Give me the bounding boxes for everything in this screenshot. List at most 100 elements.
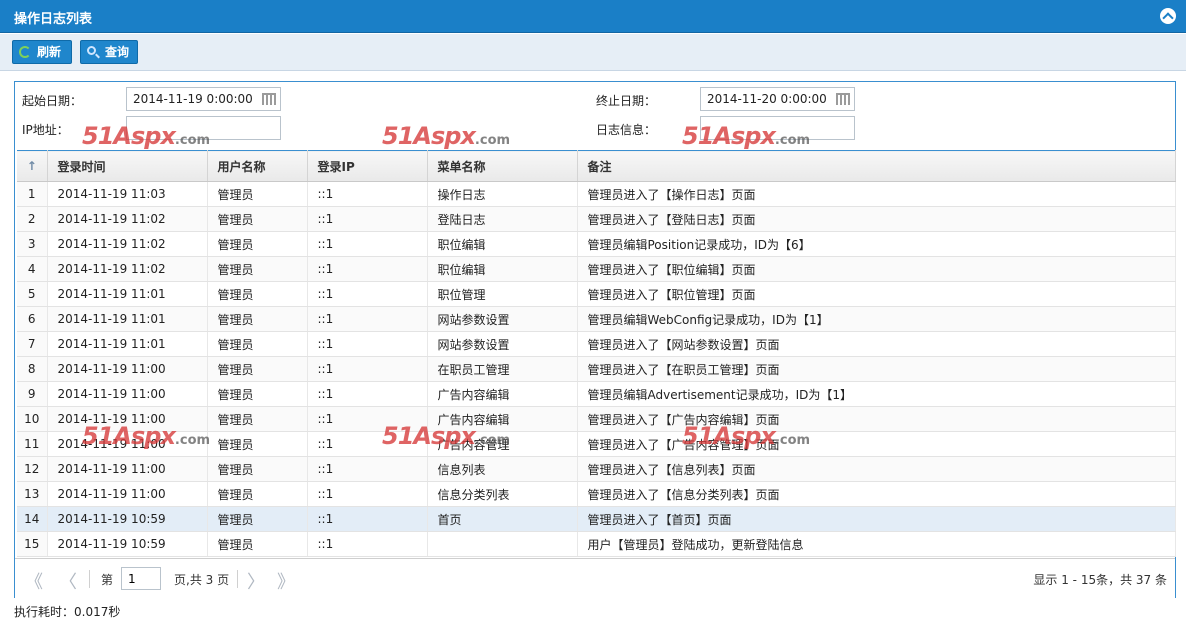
table-row[interactable]: 6 2014-11-19 11:01 管理员::1 网站参数设置 管理员编辑WebCon…: [17, 306, 1176, 332]
table-row[interactable]: 11 2014-11-19 11:00 管理员::1 广告内容管理 管理员进入了【广告内…: [17, 431, 1176, 457]
start-date-label: 起始日期：: [22, 94, 83, 108]
table-cell: ::1: [307, 231, 428, 257]
search-button-label: 查询: [105, 45, 130, 59]
table-row[interactable]: 14 2014-11-19 10:59 管理员::1 首页 管理员进入了【首页】页面: [17, 506, 1176, 532]
row-number-cell: 8: [17, 356, 48, 382]
end-date-input[interactable]: 2014-11-20 0:00:00: [700, 87, 855, 111]
table-cell: 管理员: [207, 381, 308, 407]
table-cell: ::1: [307, 281, 428, 307]
table-cell: 管理员进入了【信息列表】页面: [577, 456, 1176, 482]
calendar-icon[interactable]: [262, 93, 276, 105]
column-header[interactable]: 菜单名称: [427, 150, 578, 182]
table-cell: ::1: [307, 381, 428, 407]
row-number-cell: 1: [17, 181, 48, 207]
table-cell: 用户【管理员】登陆成功，更新登陆信息: [577, 531, 1176, 557]
refresh-button-label: 刷新: [37, 45, 62, 59]
table-cell: ::1: [307, 531, 428, 557]
table-cell: ::1: [307, 481, 428, 507]
table-cell: 管理员编辑WebConfig记录成功，ID为【1】: [577, 306, 1176, 332]
table-cell: 网站参数设置: [427, 331, 578, 357]
column-header[interactable]: 备注: [577, 150, 1176, 182]
table-body: 1 2014-11-19 11:03 管理员::1 操作日志 管理员进入了【操作日志】页…: [17, 181, 1176, 557]
table-cell: 管理员进入了【操作日志】页面: [577, 181, 1176, 207]
row-number-cell: 5: [17, 281, 48, 307]
table-cell: 2014-11-19 10:59: [47, 506, 208, 532]
search-button[interactable]: 查询: [80, 40, 138, 64]
log-table: ↑ 登录时间 用户名称 登录IP 菜单名称 备注 1 2014-11-19 11:…: [17, 150, 1176, 557]
column-header[interactable]: 登录IP: [307, 150, 428, 182]
table-cell: 在职员工管理: [427, 356, 578, 382]
table-row[interactable]: 5 2014-11-19 11:01 管理员::1 职位管理 管理员进入了【职位管理】页…: [17, 281, 1176, 307]
table-cell: 职位编辑: [427, 231, 578, 257]
window-titlebar: 操作日志列表: [0, 0, 1186, 33]
table-cell: 广告内容编辑: [427, 406, 578, 432]
table-cell: 管理员: [207, 431, 308, 457]
sort-arrow-icon[interactable]: ↑: [17, 150, 48, 182]
row-number-cell: 11: [17, 431, 48, 457]
search-icon: [87, 46, 96, 55]
table-header-row: ↑ 登录时间 用户名称 登录IP 菜单名称 备注: [17, 150, 1176, 182]
table-cell: 职位编辑: [427, 256, 578, 282]
log-info-input[interactable]: [700, 116, 855, 140]
table-cell: 2014-11-19 11:03: [47, 181, 208, 207]
table-cell: 2014-11-19 11:02: [47, 206, 208, 232]
table-cell: 操作日志: [427, 181, 578, 207]
table-row[interactable]: 4 2014-11-19 11:02 管理员::1 职位编辑 管理员进入了【职位编辑】页…: [17, 256, 1176, 282]
ip-input[interactable]: [126, 116, 281, 140]
chevron-up-circle-icon[interactable]: [1160, 8, 1176, 24]
table-cell: 2014-11-19 11:00: [47, 456, 208, 482]
table-cell: 管理员进入了【广告内容编辑】页面: [577, 406, 1176, 432]
table-cell: 管理员: [207, 481, 308, 507]
table-cell: ::1: [307, 456, 428, 482]
table-cell: 2014-11-19 11:01: [47, 281, 208, 307]
table-cell: ::1: [307, 506, 428, 532]
table-row[interactable]: 10 2014-11-19 11:00 管理员::1 广告内容编辑 管理员进入了【广告内…: [17, 406, 1176, 432]
page-number-input[interactable]: [121, 567, 161, 590]
refresh-icon: [19, 46, 31, 58]
log-grid: ↑ 登录时间 用户名称 登录IP 菜单名称 备注 1 2014-11-19 11:…: [17, 150, 1176, 558]
table-row[interactable]: 9 2014-11-19 11:00 管理员::1 广告内容编辑 管理员编辑Advert…: [17, 381, 1176, 407]
row-number-cell: 9: [17, 381, 48, 407]
table-cell: 2014-11-19 11:00: [47, 481, 208, 507]
table-cell: 网站参数设置: [427, 306, 578, 332]
table-cell: 管理员进入了【首页】页面: [577, 506, 1176, 532]
refresh-button[interactable]: 刷新: [12, 40, 72, 64]
table-cell: 2014-11-19 10:59: [47, 531, 208, 557]
row-number-cell: 14: [17, 506, 48, 532]
row-number-cell: 7: [17, 331, 48, 357]
column-header[interactable]: 登录时间: [47, 150, 208, 182]
table-cell: ::1: [307, 356, 428, 382]
table-row[interactable]: 7 2014-11-19 11:01 管理员::1 网站参数设置 管理员进入了【网站参数…: [17, 331, 1176, 357]
row-number-cell: 6: [17, 306, 48, 332]
row-number-cell: 15: [17, 531, 48, 557]
table-cell: 2014-11-19 11:00: [47, 406, 208, 432]
table-cell: 管理员: [207, 506, 308, 532]
ip-label: IP地址：: [22, 123, 69, 137]
table-cell: 2014-11-19 11:00: [47, 381, 208, 407]
table-row[interactable]: 2 2014-11-19 11:02 管理员::1 登陆日志 管理员进入了【登陆日志】页…: [17, 206, 1176, 232]
table-row[interactable]: 8 2014-11-19 11:00 管理员::1 在职员工管理 管理员进入了【在职员工…: [17, 356, 1176, 382]
operation-log-page: 操作日志列表 刷新 查询 起始日期： 2014-11-19 0:00:00 终止…: [0, 0, 1186, 629]
table-cell: 2014-11-19 11:01: [47, 306, 208, 332]
table-cell: 首页: [427, 506, 578, 532]
toolbar: 刷新 查询: [0, 34, 1186, 71]
table-row[interactable]: 15 2014-11-19 10:59 管理员::1 用户【管理员】登陆成功，更新登陆…: [17, 531, 1176, 557]
table-cell: 管理员: [207, 356, 308, 382]
table-row[interactable]: 12 2014-11-19 11:00 管理员::1 信息列表 管理员进入了【信息列表】…: [17, 456, 1176, 482]
table-cell: 2014-11-19 11:01: [47, 331, 208, 357]
table-row[interactable]: 13 2014-11-19 11:00 管理员::1 信息分类列表 管理员进入了【信息分…: [17, 481, 1176, 507]
table-cell: ::1: [307, 181, 428, 207]
prev-page-icon[interactable]: 〈: [59, 568, 77, 594]
window-title: 操作日志列表: [14, 12, 93, 27]
pager-summary: 显示 1 - 15条，共 37 条: [1033, 573, 1167, 587]
column-header[interactable]: 用户名称: [207, 150, 308, 182]
last-page-icon[interactable]: 》: [277, 568, 295, 594]
table-row[interactable]: 1 2014-11-19 11:03 管理员::1 操作日志 管理员进入了【操作日志】页…: [17, 181, 1176, 207]
pager: 《 〈 第 页,共 3 页 〉 》 显示 1 - 15条，共 37 条: [15, 558, 1175, 598]
first-page-icon[interactable]: 《: [25, 568, 43, 594]
start-date-input[interactable]: 2014-11-19 0:00:00: [126, 87, 281, 111]
table-row[interactable]: 3 2014-11-19 11:02 管理员::1 职位编辑 管理员编辑Position…: [17, 231, 1176, 257]
table-cell: 管理员进入了【在职员工管理】页面: [577, 356, 1176, 382]
next-page-icon[interactable]: 〉: [247, 568, 265, 594]
calendar-icon[interactable]: [836, 93, 850, 105]
